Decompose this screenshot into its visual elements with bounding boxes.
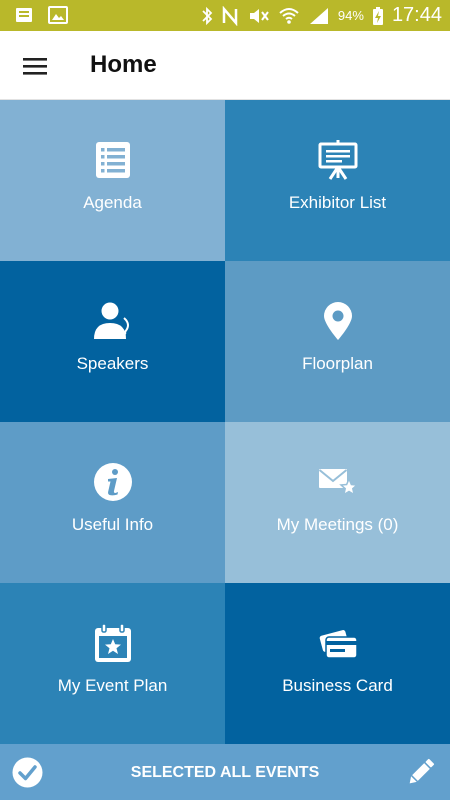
clock: 17:44 — [391, 4, 442, 26]
mail-star-icon — [318, 469, 358, 497]
tile-label: Agenda — [83, 193, 142, 212]
tile-my-event-plan[interactable]: My Event Plan — [0, 583, 225, 744]
tile-speakers[interactable]: Speakers — [0, 261, 225, 422]
signal-icon — [309, 7, 328, 24]
edit-button[interactable] — [404, 755, 438, 789]
tile-label: Useful Info — [71, 515, 154, 534]
tile-agenda[interactable]: Agenda — [0, 100, 225, 261]
nfc-icon — [222, 5, 238, 26]
list-icon — [95, 142, 130, 178]
notification-icons — [14, 6, 68, 24]
page-title: Home — [90, 51, 157, 78]
tile-business-card[interactable]: Business Card — [225, 583, 450, 744]
hamburger-menu-icon — [23, 58, 47, 75]
tile-label: Business Card — [282, 676, 393, 695]
presentation-board-icon — [318, 140, 357, 180]
bottom-bar: SELECTED ALL EVENTS — [0, 744, 450, 800]
tile-label: Exhibitor List — [288, 193, 387, 212]
home-tile-grid: Agenda Exhibitor List Speakers Floorplan… — [0, 100, 450, 744]
info-icon — [93, 463, 132, 501]
wifi-icon — [279, 7, 299, 24]
tile-label: My Meetings (0) — [276, 515, 399, 534]
tile-floorplan[interactable]: Floorplan — [225, 261, 450, 422]
tile-label: Speakers — [76, 354, 149, 373]
status-bar: 94% 17:44 — [0, 0, 450, 31]
calendar-star-icon — [94, 623, 131, 662]
tile-label: Floorplan — [302, 354, 373, 373]
mute-icon — [249, 8, 269, 23]
download-notification-icon — [16, 8, 32, 22]
battery-charging-icon — [372, 6, 383, 25]
selected-events-label[interactable]: SELECTED ALL EVENTS — [0, 764, 450, 782]
image-notification-icon — [48, 6, 68, 24]
business-card-icon — [317, 628, 358, 659]
app-bar: Home — [0, 31, 450, 100]
speaker-person-icon — [93, 302, 129, 339]
tile-label: My Event Plan — [57, 676, 168, 695]
map-pin-icon — [323, 302, 352, 340]
menu-button[interactable] — [18, 52, 52, 80]
tile-my-meetings[interactable]: My Meetings (0) — [225, 422, 450, 583]
battery-percent: 94% — [337, 8, 364, 23]
pencil-icon — [409, 758, 435, 784]
status-icons: 94% 17:44 — [200, 0, 442, 31]
bluetooth-icon — [202, 6, 213, 25]
tile-useful-info[interactable]: Useful Info — [0, 422, 225, 583]
tile-exhibitor-list[interactable]: Exhibitor List — [225, 100, 450, 261]
